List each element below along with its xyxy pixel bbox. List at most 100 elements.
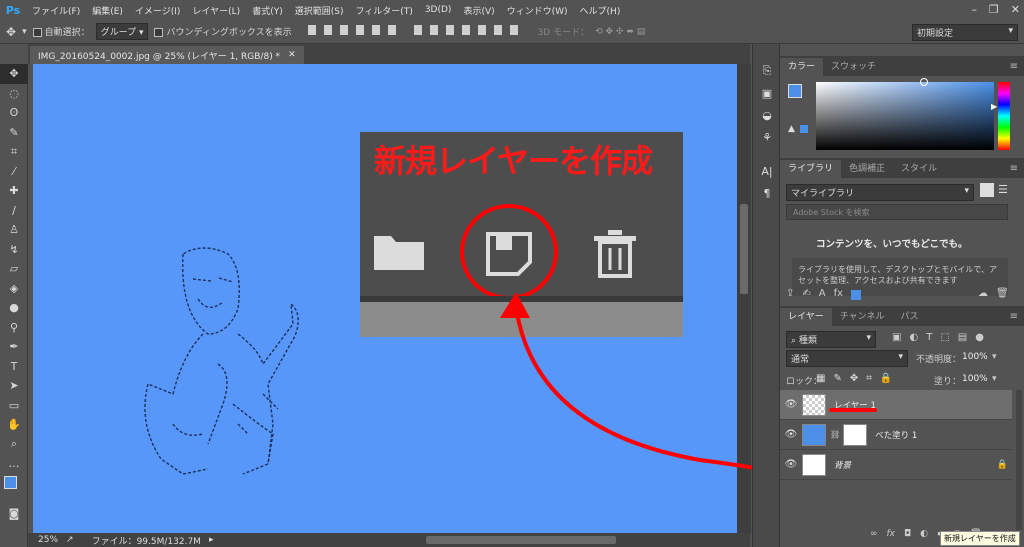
tab-adjustments[interactable]: 色調補正 bbox=[841, 160, 893, 178]
menu-select[interactable]: 選択範囲(S) bbox=[289, 4, 350, 17]
panel-menu-icon[interactable]: ≡ bbox=[1010, 61, 1018, 72]
library-dropdown[interactable]: マイライブラリ ▾ bbox=[786, 184, 974, 201]
menu-image[interactable]: イメージ(I) bbox=[129, 4, 187, 17]
layer-row[interactable]: 👁 背景 🔒 bbox=[780, 450, 1012, 480]
close-tab-icon[interactable]: ✕ bbox=[288, 50, 296, 60]
file-info[interactable]: ファイル：99.5M/132.7M bbox=[92, 534, 201, 547]
menu-3d[interactable]: 3D(D) bbox=[419, 5, 458, 15]
document-tab[interactable]: IMG_20160524_0002.jpg @ 25% (レイヤー 1, RGB… bbox=[30, 46, 304, 64]
healing-brush-tool-icon[interactable]: ✚ bbox=[0, 181, 28, 201]
canvas-horizontal-scrollbar[interactable] bbox=[426, 536, 616, 544]
eye-icon[interactable]: 👁 bbox=[780, 399, 802, 410]
menu-file[interactable]: ファイル(F) bbox=[26, 4, 86, 17]
character-panel-icon[interactable]: A| bbox=[753, 160, 781, 182]
quick-select-tool-icon[interactable]: ✎ bbox=[0, 123, 28, 143]
panel-menu-icon[interactable]: ≡ bbox=[1010, 163, 1018, 174]
color-fg-swatch[interactable] bbox=[788, 84, 802, 98]
status-expand-icon[interactable]: ▸ bbox=[209, 535, 214, 545]
tab-styles[interactable]: スタイル bbox=[893, 160, 945, 178]
eyedropper-tool-icon[interactable]: ⁄ bbox=[0, 162, 28, 182]
menu-view[interactable]: 表示(V) bbox=[457, 4, 500, 17]
tab-layers[interactable]: レイヤー bbox=[780, 308, 832, 326]
color-swatches[interactable] bbox=[0, 474, 28, 504]
layer-filter-icons[interactable]: ▣ ◐ T ⬚ ▤ ● bbox=[892, 332, 984, 343]
history-panel-icon[interactable]: ⎘ bbox=[753, 60, 781, 82]
blur-tool-icon[interactable]: ● bbox=[0, 298, 28, 318]
adjustment-layer-icon[interactable]: ◐ bbox=[920, 529, 928, 539]
info-panel-icon[interactable]: ⚘ bbox=[753, 126, 781, 148]
more-tools-icon[interactable]: … bbox=[0, 454, 28, 474]
link-layers-icon[interactable]: ∞ bbox=[870, 529, 878, 539]
distribute-icons[interactable] bbox=[410, 25, 522, 38]
layer-name[interactable]: 背景 bbox=[834, 459, 851, 471]
pen-tool-icon[interactable]: ✒ bbox=[0, 337, 28, 357]
tab-color[interactable]: カラー bbox=[780, 58, 824, 76]
tab-libraries[interactable]: ライブラリ bbox=[780, 160, 842, 178]
move-tool-icon[interactable]: ✥ bbox=[6, 25, 16, 39]
fx-add-icon[interactable]: fx bbox=[834, 288, 843, 300]
zoom-level[interactable]: 25% bbox=[38, 535, 58, 545]
layer-row[interactable]: 👁 レイヤー 1 bbox=[780, 390, 1012, 420]
stock-search-input[interactable]: Adobe Stock を検索 bbox=[786, 204, 1008, 220]
eraser-tool-icon[interactable]: ▱ bbox=[0, 259, 28, 279]
properties-panel-icon[interactable]: ▣ bbox=[753, 82, 781, 104]
tab-paths[interactable]: パス bbox=[892, 308, 926, 326]
close-icon[interactable]: ✕ bbox=[1011, 3, 1020, 16]
chevron-down-icon[interactable]: ▾ bbox=[992, 352, 997, 362]
zoom-tool-icon[interactable]: ⌕ bbox=[0, 435, 28, 455]
gamut-warning-icon[interactable]: ▲ bbox=[788, 124, 795, 134]
align-icons[interactable] bbox=[304, 25, 400, 38]
foreground-color[interactable] bbox=[4, 475, 17, 489]
quick-mask-icon[interactable]: ◙ bbox=[0, 504, 28, 524]
layer-name[interactable]: べた塗り 1 bbox=[875, 429, 917, 441]
paint-bucket-tool-icon[interactable]: ◈ bbox=[0, 279, 28, 299]
eye-icon[interactable]: 👁 bbox=[780, 459, 802, 470]
web-safe-color[interactable] bbox=[800, 125, 808, 133]
opacity-value[interactable]: 100% bbox=[962, 352, 988, 362]
cc-sync-icon[interactable]: ☁ bbox=[978, 288, 988, 299]
adjustments-panel-icon[interactable]: ◒ bbox=[753, 104, 781, 126]
minimize-icon[interactable]: – bbox=[971, 3, 977, 16]
path-select-tool-icon[interactable]: ➤ bbox=[0, 376, 28, 396]
auto-select-checkbox[interactable]: 自動選択： bbox=[32, 25, 90, 38]
3d-tool-icons[interactable]: ⟲ ✥ ✣ ⬌ ▤ bbox=[595, 27, 645, 37]
hand-tool-icon[interactable]: ✋ bbox=[0, 415, 28, 435]
chevron-down-icon[interactable]: ▾ bbox=[22, 27, 27, 37]
fx-icon[interactable]: fx bbox=[887, 529, 896, 539]
export-icon[interactable]: ↗ bbox=[66, 535, 74, 545]
menu-window[interactable]: ウィンドウ(W) bbox=[501, 4, 574, 17]
text-add-icon[interactable]: A bbox=[819, 288, 826, 300]
layer-filter-dropdown[interactable]: ⌕ 種類 ▾ bbox=[786, 331, 876, 348]
list-view-icon[interactable]: ☰ bbox=[998, 183, 1008, 196]
upload-icon[interactable]: ⇪ bbox=[786, 288, 794, 300]
crop-tool-icon[interactable]: ⌗ bbox=[0, 142, 28, 162]
hue-slider[interactable] bbox=[998, 82, 1010, 150]
menu-filter[interactable]: フィルター(T) bbox=[349, 4, 418, 17]
brush-tool-icon[interactable]: ∕ bbox=[0, 201, 28, 221]
auto-select-dropdown[interactable]: グループ ▾ bbox=[95, 23, 149, 40]
dodge-tool-icon[interactable]: ⚲ bbox=[0, 318, 28, 338]
tab-swatches[interactable]: スウォッチ bbox=[823, 58, 884, 76]
canvas-vertical-scrollbar[interactable] bbox=[737, 64, 751, 533]
delete-library-icon[interactable]: 🗑 bbox=[996, 288, 1009, 299]
history-brush-tool-icon[interactable]: ↯ bbox=[0, 240, 28, 260]
layer-row[interactable]: 👁 ⛓ べた塗り 1 bbox=[780, 420, 1012, 450]
add-mask-icon[interactable]: ◘ bbox=[904, 529, 911, 539]
restore-icon[interactable]: ❐ bbox=[989, 3, 999, 16]
type-tool-icon[interactable]: T bbox=[0, 357, 28, 377]
color-add-icon[interactable] bbox=[851, 290, 862, 300]
lock-icons[interactable]: ▦ ✎ ✥ ⌗ 🔒 bbox=[816, 373, 892, 384]
menu-layer[interactable]: レイヤー(L) bbox=[186, 4, 246, 17]
shape-tool-icon[interactable]: ▭ bbox=[0, 396, 28, 416]
menu-type[interactable]: 書式(Y) bbox=[246, 4, 289, 17]
grid-view-icon[interactable] bbox=[980, 183, 994, 197]
blend-mode-dropdown[interactable]: 通常 ▾ bbox=[786, 350, 908, 367]
color-field[interactable] bbox=[816, 78, 994, 150]
menu-help[interactable]: ヘルプ(H) bbox=[574, 4, 627, 17]
panel-menu-icon[interactable]: ≡ bbox=[1010, 311, 1018, 322]
marquee-tool-icon[interactable]: ◌ bbox=[0, 84, 28, 104]
paragraph-panel-icon[interactable]: ¶ bbox=[753, 182, 781, 204]
layers-scrollbar[interactable] bbox=[1016, 390, 1022, 530]
menu-edit[interactable]: 編集(E) bbox=[86, 4, 129, 17]
chevron-down-icon[interactable]: ▾ bbox=[992, 374, 997, 384]
